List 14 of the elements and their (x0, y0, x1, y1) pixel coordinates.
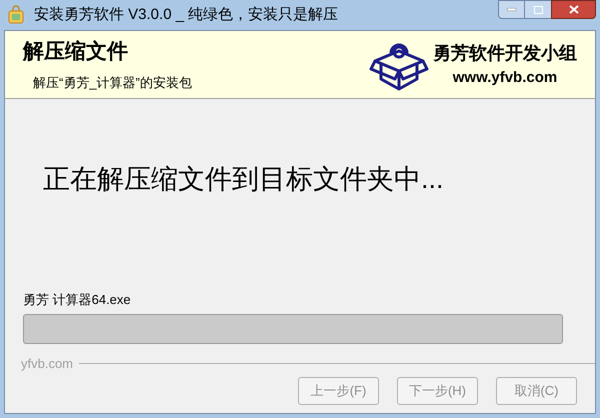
minimize-icon (507, 8, 516, 11)
brand-name: 勇芳软件开发小组 (433, 42, 577, 65)
window-title: 安装勇芳软件 V3.0.0 _ 纯绿色，安装只是解压 (34, 4, 338, 25)
status-message: 正在解压缩文件到目标文件夹中... (43, 163, 445, 196)
maximize-button[interactable] (525, 0, 551, 19)
header-title: 解压缩文件 (23, 39, 129, 65)
header-subtitle: 解压“勇芳_计算器”的安装包 (33, 74, 192, 92)
close-button[interactable] (551, 0, 596, 19)
website-text: www.yfvb.com (452, 68, 558, 88)
close-icon (568, 5, 578, 14)
maximize-icon (534, 6, 542, 14)
footer-brand: yfvb.com (21, 354, 74, 373)
current-file: 勇芳 计算器64.exe (23, 291, 132, 309)
minimize-button[interactable] (498, 0, 525, 19)
